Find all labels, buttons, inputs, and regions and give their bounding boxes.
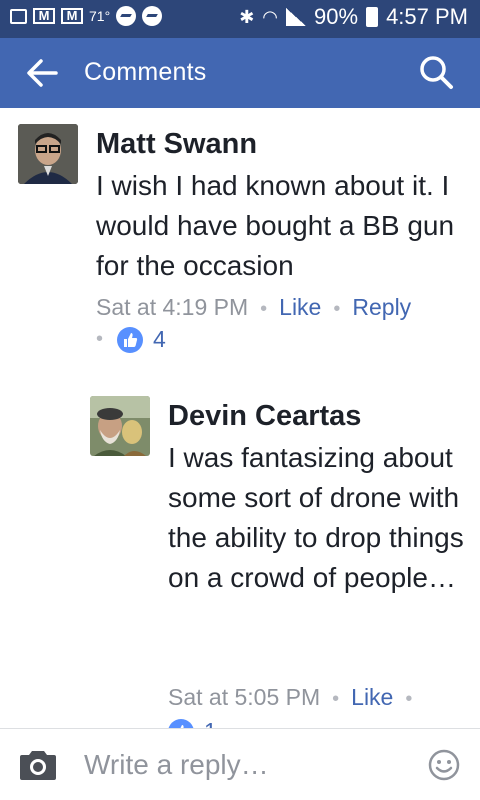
app-header: Comments xyxy=(0,38,480,108)
comment-timestamp[interactable]: Sat at 5:05 PM xyxy=(168,684,320,710)
battery-icon xyxy=(366,7,379,27)
separator-dot: • xyxy=(405,688,413,710)
comment-meta: Sat at 5:05 PM • Like • xyxy=(168,684,424,711)
separator-dot: • xyxy=(333,298,341,320)
gmail-icon: M xyxy=(61,8,83,24)
separator-dot: • xyxy=(332,688,340,710)
comment-author[interactable]: Devin Ceartas xyxy=(168,400,361,433)
thumbs-up-icon xyxy=(117,326,144,353)
reaction-summary[interactable]: 1 xyxy=(168,718,217,728)
comment-meta: Sat at 4:19 PM • Like • Reply xyxy=(96,294,411,321)
thumbs-up-icon xyxy=(168,718,194,728)
comment-text: I wish I had known about it. I would hav… xyxy=(96,170,455,281)
reply-item: Devin Ceartas I was fantasizing about so… xyxy=(0,388,480,728)
comments-list[interactable]: Matt Swann I wish I had known about it. … xyxy=(0,108,480,728)
like-button[interactable]: Like xyxy=(279,294,321,320)
avatar-image xyxy=(18,124,78,184)
comment-timestamp[interactable]: Sat at 4:19 PM xyxy=(96,294,248,320)
clock: 4:57 PM xyxy=(386,4,468,29)
emoji-icon[interactable] xyxy=(428,749,460,781)
gallery-icon xyxy=(10,8,27,24)
messenger-icon xyxy=(116,6,137,26)
avatar[interactable] xyxy=(90,396,150,456)
like-button[interactable]: Like xyxy=(351,684,393,710)
separator-dot: • xyxy=(260,298,268,320)
comment-item: Matt Swann I wish I had known about it. … xyxy=(0,108,480,358)
messenger-icon xyxy=(142,6,163,26)
search-icon[interactable] xyxy=(418,54,454,90)
avatar-image xyxy=(90,396,150,456)
gmail-icon: M xyxy=(33,8,55,24)
reply-input[interactable] xyxy=(84,745,404,785)
battery-percent: 90% xyxy=(314,4,359,29)
status-system: ✱ ◠ 90% 4:57 PM xyxy=(239,4,468,30)
reply-button[interactable]: Reply xyxy=(352,294,411,320)
like-count: 1 xyxy=(204,718,217,728)
reply-composer xyxy=(0,728,480,800)
temperature: 71° xyxy=(89,8,111,24)
reaction-summary[interactable]: • 4 xyxy=(96,326,166,353)
camera-icon[interactable] xyxy=(18,749,58,781)
status-notifications: M M 71° xyxy=(10,6,163,26)
comment-text: I was fantasizing about some sort of dro… xyxy=(168,442,464,593)
page-title: Comments xyxy=(84,58,207,86)
avatar[interactable] xyxy=(18,124,78,184)
signal-icon xyxy=(286,8,307,26)
separator-dot: • xyxy=(96,328,104,350)
status-bar: M M 71° ✱ ◠ 90% 4:57 PM xyxy=(0,0,480,38)
bluetooth-icon: ✱ xyxy=(239,6,255,27)
back-arrow-icon[interactable] xyxy=(26,58,58,88)
like-count: 4 xyxy=(153,326,166,352)
wifi-icon: ◠ xyxy=(262,6,279,27)
comment-author[interactable]: Matt Swann xyxy=(96,128,257,161)
